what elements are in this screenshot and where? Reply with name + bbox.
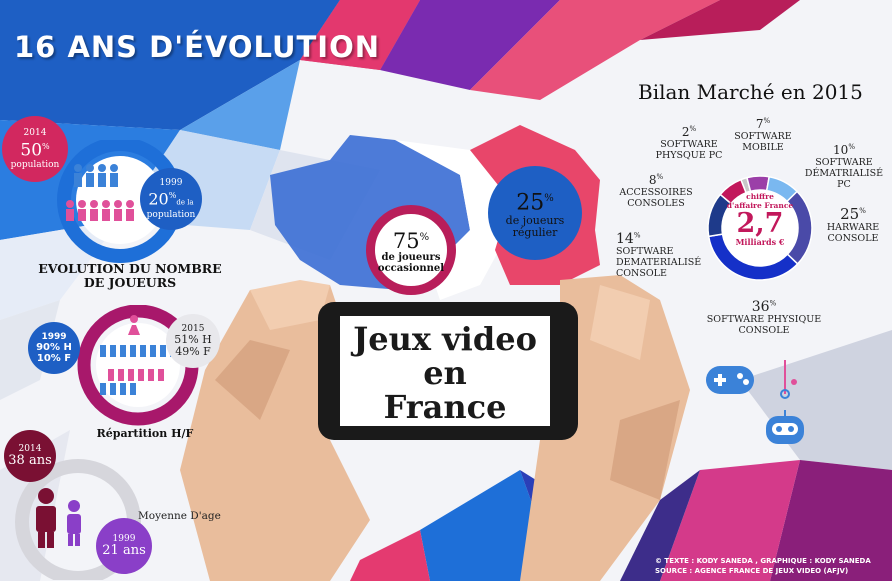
market-segment-label: 7% SOFTWARE MOBILE [728, 116, 798, 153]
players-caption-line1: EVOLUTION DU NOMBRE [38, 261, 222, 276]
players-1999-sub: de la [176, 198, 194, 207]
segment-unit: % [689, 125, 697, 133]
age-2014-value: 38 ans [8, 453, 52, 468]
credits-line2: SOURCE : AGENCE FRANCE DE JEUX VIDEO (AF… [655, 567, 849, 575]
segment-label1: HARWARE [826, 222, 880, 233]
segment-label1: SOFTWARE [815, 157, 873, 168]
age-caption: Moyenne D'age [138, 510, 221, 522]
phone-screen-text: Jeux video en France [345, 322, 545, 424]
gender-2015-badge: 2015 51% H 49% F [166, 314, 220, 368]
market-total: chiffre d'affaire France 2,7 Milliards € [722, 192, 798, 247]
gender-caption: Répartition H/F [96, 427, 194, 440]
market-segment-label: 10% SOFTWARE DÉMATRIALISÉ PC [800, 142, 888, 190]
segment-label2: MOBILE [742, 142, 784, 153]
market-total-unit: Milliards € [735, 237, 785, 247]
segment-unit: % [769, 299, 777, 307]
market-segment-label: 8% ACCESSOIRES CONSOLES [612, 172, 700, 209]
regular-label1: de joueurs [505, 213, 565, 227]
phone-line1: Jeux video [353, 320, 537, 358]
donut-segment [746, 175, 771, 193]
credits-line1: © TEXTE : KODY SANEDA , GRAPHIQUE : KODY… [655, 557, 871, 565]
age-1999-badge: 1999 21 ans [96, 518, 152, 574]
market-total-value: 2,7 [736, 208, 784, 239]
players-1999-year: 1999 [159, 177, 183, 188]
segment-label3: CONSOLE [616, 267, 667, 279]
players-2014-year: 2014 [23, 128, 47, 139]
segment-unit: % [763, 117, 771, 125]
segment-label1: SOFTWARE [660, 139, 718, 150]
segment-label1: SOFTWARE PHYSIQUE [706, 313, 822, 325]
segment-label1: SOFTWARE [734, 131, 792, 142]
segment-label2: DÉMATRIALISÉ [804, 168, 884, 179]
gender-1999-year: 1999 [41, 332, 67, 342]
regular-players-badge: 25% de joueurs régulier [488, 166, 582, 260]
phone-line2: en [423, 354, 467, 392]
occasional-unit: % [419, 231, 430, 243]
regular-unit: % [544, 193, 554, 205]
age-person-1999-icon [67, 500, 81, 546]
age-1999-value: 21 ans [102, 543, 146, 558]
players-1999-label: population [146, 210, 196, 221]
gender-2015-f: 49% F [175, 345, 211, 358]
segment-label1: SOFTWARE [616, 245, 674, 257]
occasional-label1: de joueurs [381, 251, 441, 263]
gender-1999-h: 90% H [36, 342, 72, 353]
credits: © TEXTE : KODY SANEDA , GRAPHIQUE : KODY… [655, 556, 871, 576]
players-1999-badge: 1999 20%de la population [140, 168, 202, 230]
segment-unit: % [848, 143, 855, 151]
occasional-value: 75 [392, 228, 420, 253]
segment-value: 36 [751, 298, 770, 315]
players-2014-label: population [10, 159, 60, 170]
players-caption: EVOLUTION DU NOMBRE DE JOUEURS [30, 262, 230, 290]
gender-1999-badge: 1999 90% H 10% F [28, 322, 80, 374]
age-2014-badge: 2014 38 ans [4, 430, 56, 482]
segment-label2: CONSOLES [627, 198, 685, 209]
connector-icon [780, 360, 797, 399]
market-total-label1: chiffre [746, 192, 774, 201]
segment-unit: % [656, 173, 664, 181]
age-person-2014-icon [36, 488, 56, 548]
robot-icon [766, 410, 804, 444]
segment-unit: % [859, 207, 866, 215]
gamepad-icon [706, 366, 754, 394]
regular-value: 25 [516, 190, 545, 216]
players-2014-badge: 2014 50% population [2, 116, 68, 182]
segment-value: 10 [833, 143, 849, 157]
occasional-players-badge: 75% de joueurs occasionnel [366, 205, 456, 295]
segment-label3: PC [837, 179, 851, 190]
market-segment-label: 2% SOFTWARE PHYSQUE PC [644, 124, 734, 161]
players-1999-value: 20 [148, 189, 169, 209]
regular-label2: régulier [512, 225, 558, 239]
segment-value: 14 [616, 230, 634, 247]
segment-label2: CONSOLE [827, 233, 879, 244]
segment-label2: DEMATERIALISÉ [616, 256, 702, 268]
segment-label1: ACCESSOIRES [619, 187, 693, 198]
market-segment-label: 25% HARWARE CONSOLE [816, 205, 890, 245]
market-title: Bilan Marché en 2015 [638, 80, 863, 104]
segment-label2: PHYSQUE PC [655, 150, 723, 161]
segment-unit: % [633, 231, 641, 239]
segment-label2: CONSOLE [738, 324, 790, 336]
segment-value: 25 [840, 205, 860, 223]
players-caption-line2: DE JOUEURS [83, 275, 177, 290]
market-segment-label: 36% SOFTWARE PHYSIQUE CONSOLE [706, 298, 822, 336]
occasional-label2: occasionnel [377, 262, 445, 274]
players-2014-value: 50 [20, 140, 43, 161]
page-title: 16 ANS D'ÉVOLUTION [14, 30, 380, 64]
players-2014-unit: % [42, 142, 50, 152]
gender-1999-f: 10% F [36, 353, 72, 364]
phone-line3: France [383, 388, 507, 426]
market-segment-label: 14% SOFTWARE DEMATERIALISÉ CONSOLE [616, 230, 702, 279]
